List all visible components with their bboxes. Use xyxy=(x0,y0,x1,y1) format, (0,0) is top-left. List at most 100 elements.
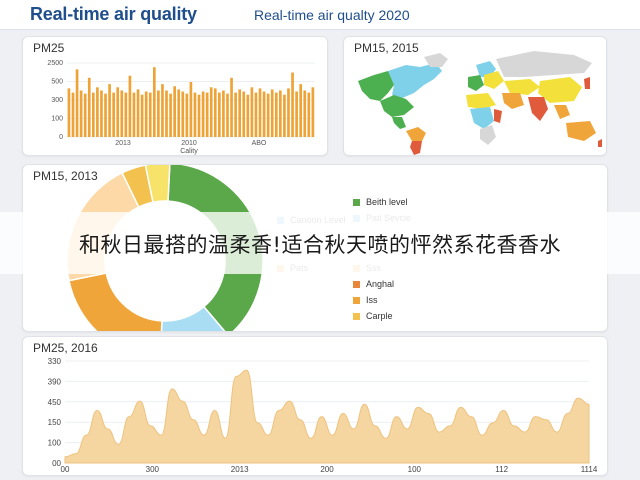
bar xyxy=(274,92,278,137)
map-region-south-america-south xyxy=(410,141,422,155)
y-tick-label: 100 xyxy=(48,439,62,448)
x-tick-label: 100 xyxy=(408,465,422,474)
map-region-southeast-asia xyxy=(554,105,570,119)
bar xyxy=(234,92,237,137)
y-tick-label: 300 xyxy=(51,97,63,104)
x-tick-label: 300 xyxy=(146,465,160,474)
legend-label: Carple xyxy=(366,311,393,321)
bar xyxy=(116,87,120,137)
x-tick-label: 112 xyxy=(495,465,508,474)
bar xyxy=(287,88,290,137)
bar xyxy=(152,67,156,137)
x-tick-label: 00 xyxy=(61,465,70,474)
legend-item: Carple xyxy=(353,311,393,321)
bar xyxy=(132,92,136,137)
overlay-caption: 和秋日最搭的温柔香!适合秋天喷的怦然系花香香水 xyxy=(79,233,561,257)
bar xyxy=(311,87,315,137)
area-series xyxy=(64,369,590,464)
legend-item: Anghal xyxy=(353,279,394,289)
bar xyxy=(283,94,286,137)
map-region-india xyxy=(528,97,548,121)
x-tick-label: 2013 xyxy=(115,140,131,147)
x-axis-label: Cality xyxy=(180,148,198,155)
legend-label: Iss xyxy=(366,295,378,305)
legend-label: Anghal xyxy=(366,279,395,289)
bar xyxy=(128,75,132,137)
pm25-area-card: PM25, 2016 00 100 150 450 390 330 00 300 2013 20… xyxy=(22,336,608,476)
map-region-russia xyxy=(496,51,592,77)
y-tick-label: 100 xyxy=(51,116,63,123)
map-region-new-zealand xyxy=(598,139,602,147)
bar xyxy=(218,92,221,137)
y-tick-label: 500 xyxy=(51,79,63,86)
bar xyxy=(79,90,83,137)
map-region-africa-north xyxy=(466,93,496,109)
bar xyxy=(148,92,152,137)
bar xyxy=(157,90,160,137)
x-tick-label: 2010 xyxy=(181,140,197,147)
bar xyxy=(177,89,181,137)
bar xyxy=(246,94,250,137)
bar xyxy=(213,88,217,137)
map-region-north-america-east xyxy=(388,63,442,99)
pm25-bar-card: PM25 0 100 300 500 2500 2013 2010 ABO Cality xyxy=(22,36,328,156)
map-region-south-america-north xyxy=(406,127,426,141)
bar xyxy=(112,92,115,137)
bar xyxy=(87,77,91,137)
y-tick-label: 150 xyxy=(48,418,62,427)
bar xyxy=(270,89,274,137)
bar xyxy=(258,88,262,137)
bar xyxy=(161,84,164,137)
bar xyxy=(222,90,225,137)
bar xyxy=(291,72,294,137)
bar xyxy=(303,90,307,137)
donut-slice xyxy=(68,272,163,331)
x-tick-label: ABO xyxy=(252,140,267,147)
y-tick-label: 450 xyxy=(48,398,62,407)
bar xyxy=(189,82,193,137)
x-tick-label: 2013 xyxy=(231,465,249,474)
map-region-europe-west xyxy=(468,75,484,91)
pm25-area-chart: 00100150450390330 00 300 2013 200 100 112 1114 xyxy=(48,357,598,474)
bar xyxy=(185,93,189,137)
map-region-japan xyxy=(584,77,590,89)
bar xyxy=(279,90,282,137)
bar xyxy=(209,87,213,137)
x-tick-label: 200 xyxy=(320,465,334,474)
bar xyxy=(193,92,197,137)
bar xyxy=(144,91,148,137)
bar xyxy=(254,92,258,137)
bar xyxy=(230,77,233,137)
legend-item: Beith level xyxy=(353,197,408,207)
world-map xyxy=(358,51,602,155)
bar xyxy=(83,93,87,137)
bar xyxy=(124,92,128,137)
y-tick-label: 0 xyxy=(59,134,63,141)
legend-swatch xyxy=(353,199,360,207)
bar xyxy=(250,87,254,137)
bar xyxy=(205,92,209,137)
bar xyxy=(266,93,270,137)
bar xyxy=(226,93,229,137)
y-tick-label: 2500 xyxy=(47,60,63,67)
map-region-africa-east xyxy=(494,109,502,123)
pm15-map-card: PM15, 2015 xyxy=(343,36,607,156)
bar xyxy=(181,91,185,137)
bar xyxy=(120,90,124,137)
y-tick-label: 330 xyxy=(48,357,62,366)
map-region-greenland xyxy=(424,53,448,67)
legend-swatch xyxy=(353,313,360,321)
app-header: Real-time air quality Real-time air qual… xyxy=(0,0,640,30)
bar xyxy=(262,91,266,137)
bar xyxy=(201,91,205,137)
bar xyxy=(295,91,298,137)
bar xyxy=(169,93,172,137)
pm25-bar-chart: 0 100 300 500 2500 2013 2010 ABO Cality xyxy=(47,60,315,155)
bar xyxy=(299,84,303,137)
bar xyxy=(140,94,144,137)
map-region-mexico xyxy=(392,117,406,129)
x-tick-label: 1114 xyxy=(581,465,598,474)
y-tick-label: 390 xyxy=(48,377,62,386)
bar xyxy=(75,69,79,137)
app-subtitle: Real-time air qualty 2020 xyxy=(254,7,410,23)
